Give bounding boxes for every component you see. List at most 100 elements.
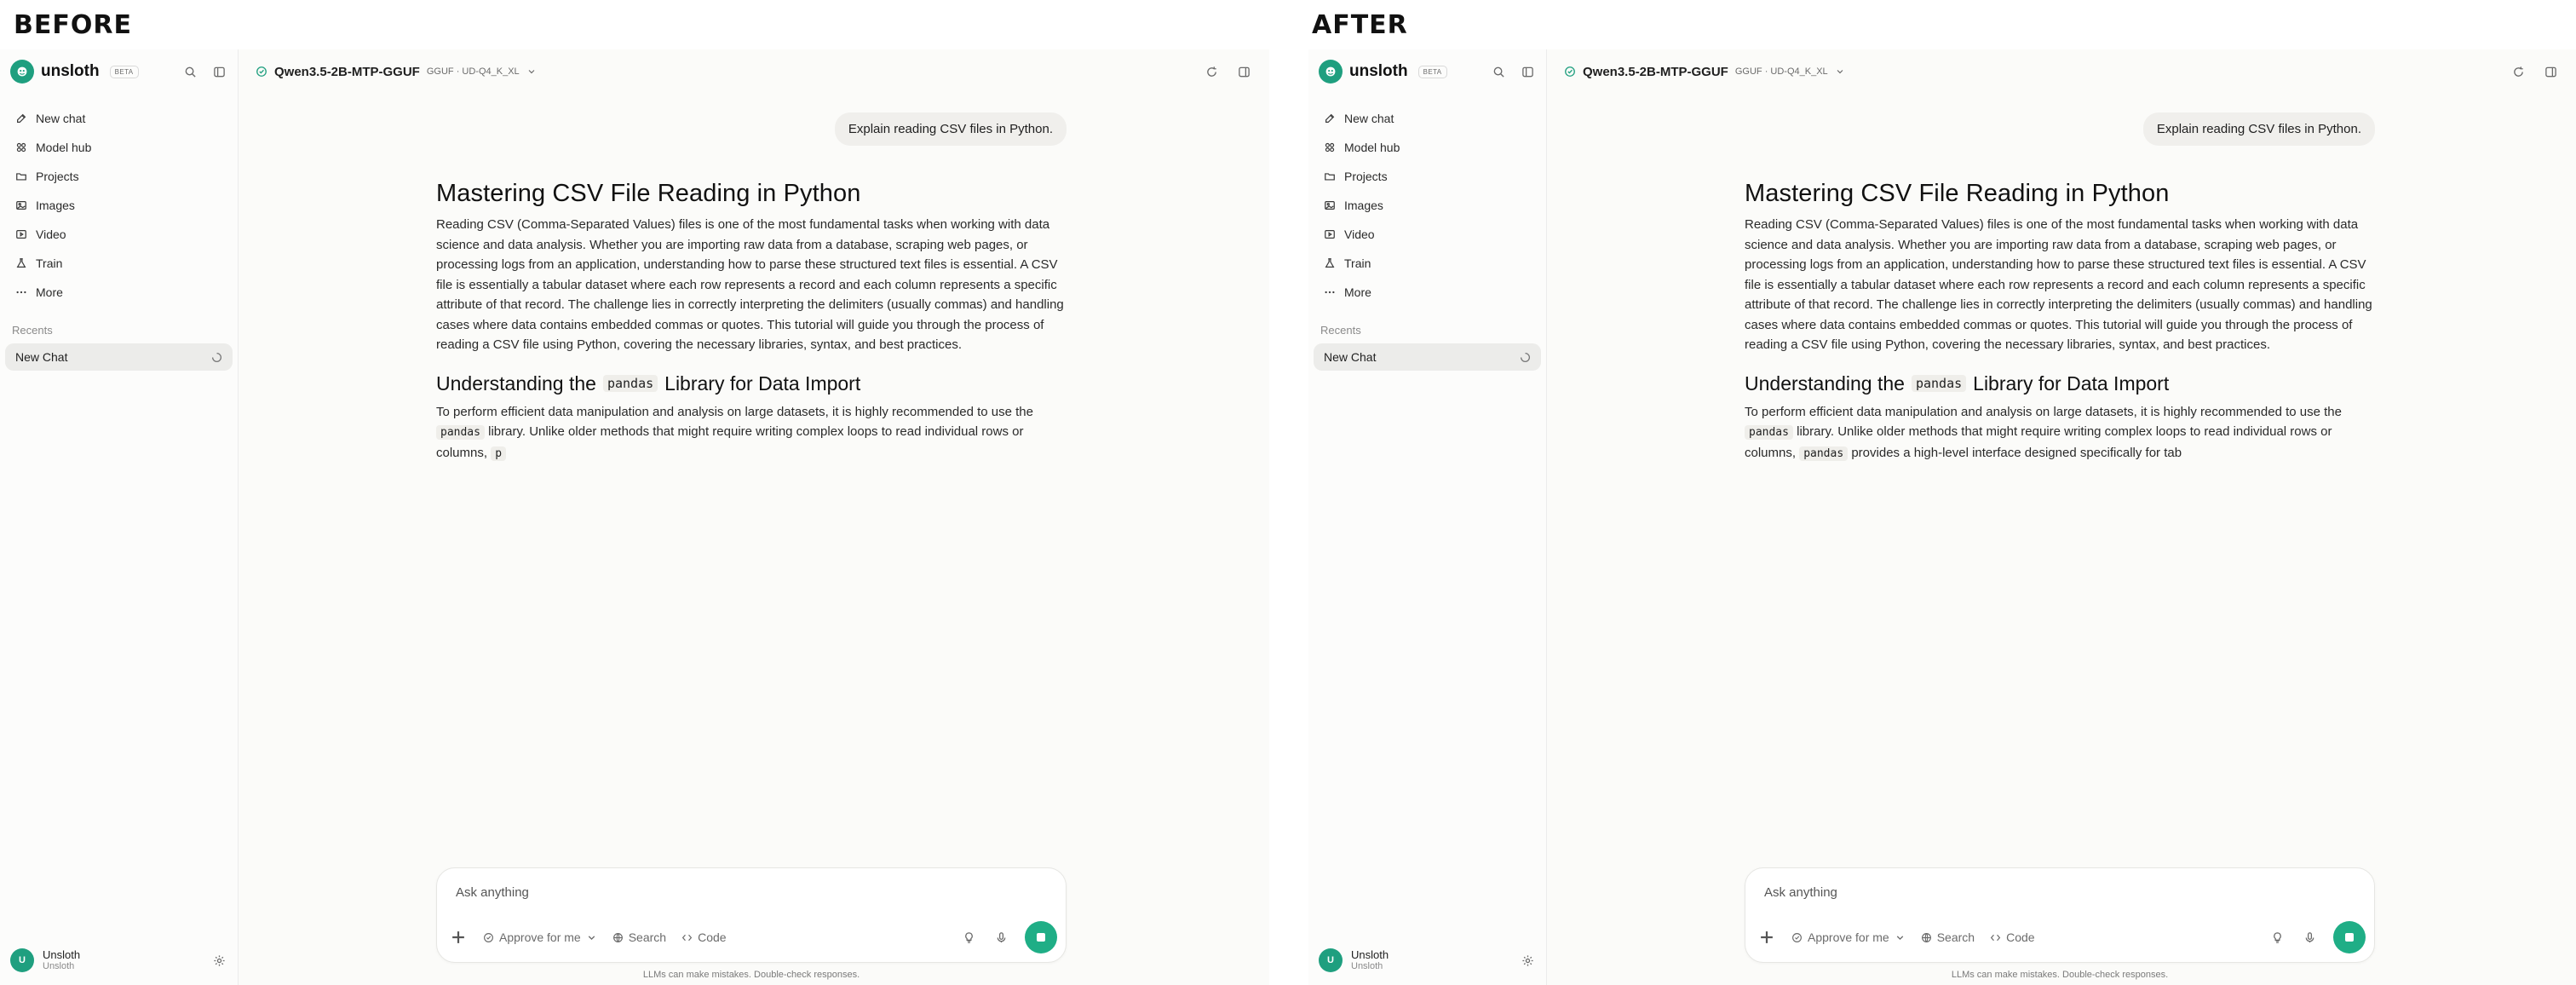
refresh-icon[interactable] <box>1203 63 1220 80</box>
sidebar-item-images[interactable]: Images <box>9 191 229 220</box>
inline-code: pandas <box>1799 446 1849 461</box>
sidebar-item-images[interactable]: Images <box>1317 191 1538 220</box>
code-icon <box>1990 934 2001 941</box>
search-label: Search <box>1936 930 1975 944</box>
user-name: Unsloth <box>1351 948 1389 961</box>
sidebar-toggle-icon[interactable] <box>210 63 227 80</box>
chat-main: Qwen3.5-2B-MTP-GGUF GGUF · UD-Q4_K_XL Ex… <box>239 49 1269 985</box>
sidebar: unsloth BETA New chat Model hub Projects… <box>0 49 239 985</box>
grid-icon <box>1325 142 1335 153</box>
microphone-icon[interactable] <box>2301 929 2318 946</box>
brand-name: unsloth <box>41 62 100 80</box>
model-quant-tag: GGUF · UD-Q4_K_XL <box>426 66 520 77</box>
search-toggle[interactable]: Search <box>1921 930 1975 944</box>
stop-icon <box>2345 933 2354 942</box>
lightbulb-icon[interactable] <box>2268 929 2286 946</box>
plus-icon[interactable] <box>449 928 468 947</box>
model-selector[interactable]: Qwen3.5-2B-MTP-GGUF <box>274 65 420 79</box>
subheading-text: Library for Data Import <box>1973 372 2170 395</box>
sidebar-item-video[interactable]: Video <box>1317 220 1538 249</box>
stop-button[interactable] <box>1025 921 1057 953</box>
chat-main: Qwen3.5-2B-MTP-GGUF GGUF · UD-Q4_K_XL Ex… <box>1547 49 2576 985</box>
sidebar-header: unsloth BETA <box>0 49 238 94</box>
response-subheading: Understanding the pandas Library for Dat… <box>436 372 1067 395</box>
before-panel: BEFORE unsloth BETA New chat Model hub P… <box>0 0 1288 985</box>
inline-code: p <box>491 446 507 461</box>
recent-chat-item[interactable]: New Chat <box>5 343 233 371</box>
sidebar-item-video[interactable]: Video <box>9 220 229 249</box>
search-toggle[interactable]: Search <box>612 930 666 944</box>
sidebar-item-train[interactable]: Train <box>9 249 229 278</box>
message-input[interactable]: Ask anything <box>1764 885 1837 900</box>
sidebar-item-projects[interactable]: Projects <box>1317 162 1538 191</box>
app-window: unsloth BETA New chat Model hub Projects… <box>1308 49 2576 985</box>
panel-toggle-icon[interactable] <box>1235 63 1252 80</box>
inline-code: pandas <box>602 375 658 392</box>
recents-heading: Recents <box>1320 324 1361 337</box>
image-icon <box>16 201 26 210</box>
gear-icon[interactable] <box>1519 952 1536 969</box>
globe-icon <box>1921 932 1931 942</box>
user-profile[interactable]: U Unsloth Unsloth <box>1308 941 1546 980</box>
plus-icon[interactable] <box>1757 928 1776 947</box>
refresh-icon[interactable] <box>2510 63 2527 80</box>
sidebar-item-more[interactable]: More <box>1317 278 1538 307</box>
sidebar-item-more[interactable]: More <box>9 278 229 307</box>
approve-toggle[interactable]: Approve for me <box>483 930 597 944</box>
sidebar-item-label: Images <box>1344 199 1383 212</box>
model-selector[interactable]: Qwen3.5-2B-MTP-GGUF <box>1583 65 1728 79</box>
sidebar-item-label: New chat <box>36 112 86 125</box>
panel-toggle-icon[interactable] <box>2542 63 2559 80</box>
user-profile[interactable]: U Unsloth Unsloth <box>0 941 238 980</box>
unsloth-logo-icon <box>10 60 34 84</box>
after-panel: AFTER unsloth BETA New chat Model hub Pr… <box>1288 0 2576 985</box>
sidebar-item-projects[interactable]: Projects <box>9 162 229 191</box>
assistant-response: Mastering CSV File Reading in Python Rea… <box>1745 180 2375 464</box>
before-label: BEFORE <box>14 10 132 40</box>
chevron-down-icon[interactable] <box>1835 66 1845 77</box>
user-name: Unsloth <box>43 948 81 961</box>
folder-icon <box>1325 173 1335 181</box>
sidebar-item-model-hub[interactable]: Model hub <box>1317 133 1538 162</box>
sidebar-item-label: Model hub <box>1344 141 1400 154</box>
approve-toggle[interactable]: Approve for me <box>1791 930 1906 944</box>
code-toggle[interactable]: Code <box>1990 930 2035 944</box>
sidebar-toggle-icon[interactable] <box>1519 63 1536 80</box>
gear-icon[interactable] <box>210 952 227 969</box>
sidebar-item-label: Train <box>1344 256 1371 270</box>
stop-button[interactable] <box>2333 921 2366 953</box>
sidebar-item-label: Video <box>1344 228 1375 241</box>
chevron-down-icon <box>1896 935 1903 940</box>
paragraph-text: To perform efficient data manipulation a… <box>1745 404 2342 419</box>
inline-code: pandas <box>1911 375 1967 392</box>
conversation: Explain reading CSV files in Python. Mas… <box>436 112 1067 464</box>
more-icon <box>16 291 26 294</box>
sidebar-item-new-chat[interactable]: New chat <box>9 104 229 133</box>
subheading-text: Understanding the <box>436 372 596 395</box>
recents-heading: Recents <box>12 324 53 337</box>
lightbulb-icon[interactable] <box>960 929 977 946</box>
message-input[interactable]: Ask anything <box>456 885 529 900</box>
chevron-down-icon[interactable] <box>526 66 537 77</box>
response-paragraph: To perform efficient data manipulation a… <box>1745 402 2375 464</box>
recent-chat-label: New Chat <box>1324 350 1377 364</box>
recent-chat-item[interactable]: New Chat <box>1314 343 1541 371</box>
model-selector-bar: Qwen3.5-2B-MTP-GGUF GGUF · UD-Q4_K_XL <box>1547 49 2576 94</box>
search-icon[interactable] <box>1490 63 1507 80</box>
user-subtitle: Unsloth <box>1351 961 1383 972</box>
inline-code: pandas <box>436 425 485 440</box>
sidebar-item-new-chat[interactable]: New chat <box>1317 104 1538 133</box>
search-icon[interactable] <box>181 63 198 80</box>
code-toggle[interactable]: Code <box>681 930 727 944</box>
code-label: Code <box>698 930 727 944</box>
unsloth-logo-icon <box>1319 60 1343 84</box>
search-label: Search <box>628 930 667 944</box>
sidebar-header: unsloth BETA <box>1308 49 1546 94</box>
microphone-icon[interactable] <box>992 929 1009 946</box>
brand-name: unsloth <box>1349 62 1408 80</box>
avatar: U <box>10 948 34 972</box>
sidebar-item-model-hub[interactable]: Model hub <box>9 133 229 162</box>
sidebar-item-train[interactable]: Train <box>1317 249 1538 278</box>
check-circle-icon <box>256 66 267 77</box>
loading-spinner-icon <box>211 352 221 362</box>
